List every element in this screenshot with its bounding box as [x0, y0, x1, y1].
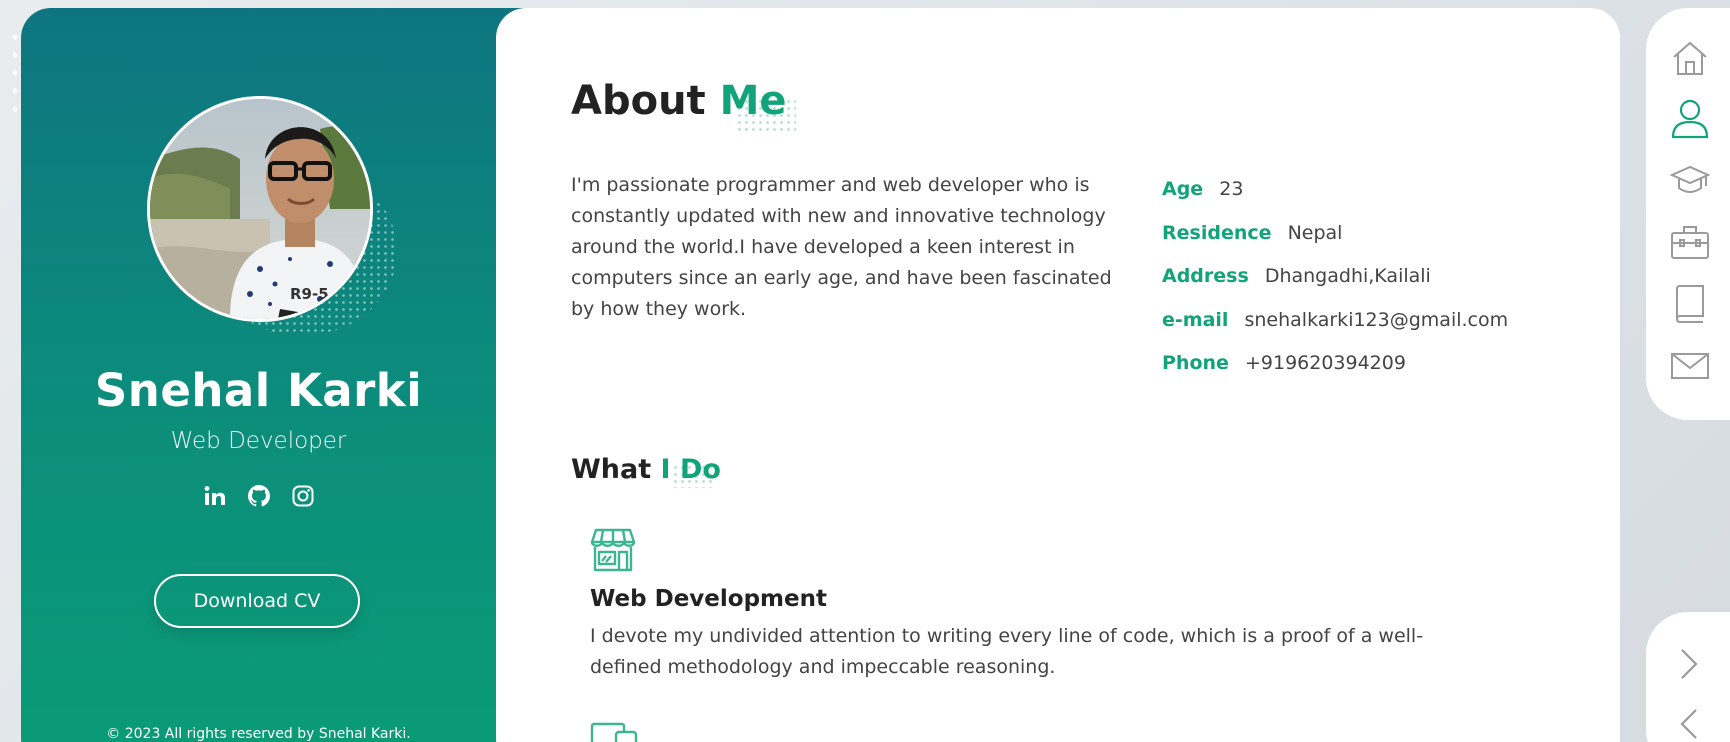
- info-value: Nepal: [1287, 221, 1343, 244]
- info-label: Address: [1162, 265, 1249, 287]
- svg-text:R9-5: R9-5: [290, 285, 329, 303]
- profile-name: Snehal Karki: [94, 364, 423, 417]
- book-icon[interactable]: [1670, 284, 1710, 324]
- services-title-main: What: [571, 454, 652, 485]
- social-links: [21, 484, 496, 508]
- avatar-photo: R9-5: [150, 99, 370, 319]
- service-title: Web Development: [590, 586, 827, 612]
- info-row-email: e-mail snehalkarki123@gmail.com: [1162, 309, 1508, 353]
- personal-info-list: Age 23 Residence Nepal Address Dhangadhi…: [1162, 178, 1508, 396]
- info-value: Dhangadhi,Kailali: [1264, 265, 1431, 287]
- services-title: What I Do: [571, 454, 721, 485]
- info-label: Phone: [1162, 352, 1229, 374]
- about-title-accent: Me: [719, 78, 787, 124]
- section-pager: [1646, 612, 1730, 742]
- github-icon[interactable]: [247, 484, 271, 508]
- info-label: Age: [1162, 178, 1204, 200]
- side-navigation: [1646, 8, 1730, 420]
- info-row-phone: Phone +919620394209: [1162, 352, 1508, 396]
- chevron-right-icon[interactable]: [1674, 644, 1704, 684]
- about-title-main: About: [571, 78, 706, 124]
- main-content: About Me I'm passionate programmer and w…: [496, 8, 1620, 742]
- about-paragraph: I'm passionate programmer and web develo…: [571, 174, 1112, 320]
- instagram-icon[interactable]: [291, 484, 315, 508]
- background-dots: [8, 28, 22, 118]
- chevron-left-icon[interactable]: [1674, 704, 1704, 742]
- avatar: R9-5: [147, 96, 373, 322]
- store-icon: [590, 528, 636, 572]
- copyright-text: © 2023 All rights reserved by Snehal Kar…: [106, 726, 411, 742]
- info-label: Residence: [1162, 221, 1272, 244]
- info-value: +919620394209: [1244, 352, 1406, 374]
- mail-icon[interactable]: [1670, 346, 1710, 386]
- devices-icon: [590, 722, 640, 742]
- avatar-container: R9-5: [147, 96, 397, 336]
- download-cv-button[interactable]: Download CV: [154, 574, 360, 628]
- info-value: snehalkarki123@gmail.com: [1244, 308, 1509, 331]
- profile-card: R9-5 Snehal Karki Web Developer Download…: [21, 8, 541, 742]
- user-icon[interactable]: [1670, 99, 1710, 139]
- services-title-accent: I Do: [660, 454, 721, 485]
- info-row-age: Age 23: [1162, 178, 1508, 222]
- profile-role: Web Developer: [170, 428, 347, 454]
- info-row-residence: Residence Nepal: [1162, 222, 1508, 266]
- linkedin-icon[interactable]: [203, 484, 227, 508]
- about-title: About Me: [571, 78, 787, 124]
- home-icon[interactable]: [1670, 38, 1710, 78]
- graduation-cap-icon[interactable]: [1670, 160, 1710, 200]
- info-label: e-mail: [1162, 308, 1229, 331]
- page: R9-5 Snehal Karki Web Developer Download…: [0, 0, 1730, 742]
- info-value: 23: [1219, 178, 1244, 200]
- briefcase-icon[interactable]: [1670, 222, 1710, 262]
- service-description: I devote my undivided attention to writi…: [590, 625, 1424, 678]
- info-row-address: Address Dhangadhi,Kailali: [1162, 265, 1508, 309]
